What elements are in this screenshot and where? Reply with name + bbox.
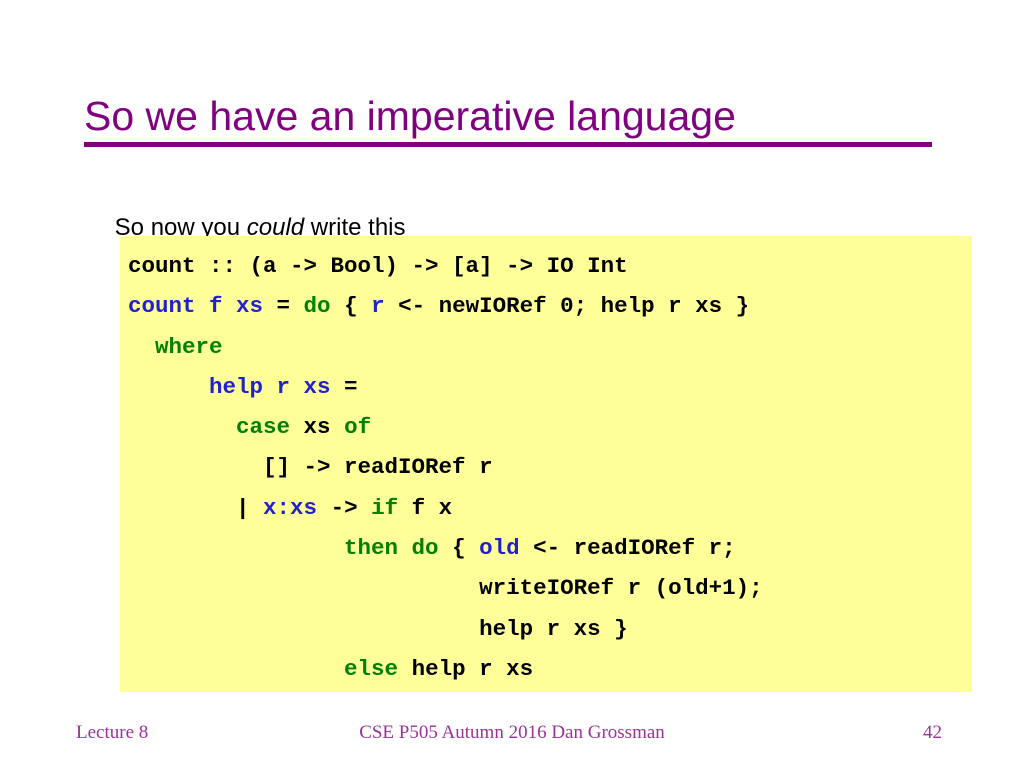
code-token: case <box>236 414 291 441</box>
code-token: xs <box>290 414 345 441</box>
slide: So we have an imperative language So now… <box>0 0 1024 768</box>
code-token: { <box>438 535 480 562</box>
slide-footer: Lecture 8 CSE P505 Autumn 2016 Dan Gross… <box>0 722 1024 752</box>
code-listing: count :: (a -> Bool) -> [a] -> IO Intcou… <box>120 236 763 689</box>
code-token: if <box>371 494 399 521</box>
code-token: else <box>344 655 399 682</box>
code-token: help r xs <box>398 655 534 682</box>
code-line: help r xs } <box>128 609 763 649</box>
code-token: writeIORef r (old+1); <box>479 575 763 602</box>
code-line: help r xs = <box>128 367 763 407</box>
code-token: { <box>330 293 372 320</box>
title-underline-rule <box>84 142 932 147</box>
footer-page-number: 42 <box>923 722 942 743</box>
code-line: then do { old <- readIORef r; <box>128 528 763 568</box>
code-line: count f xs = do { r <- newIORef 0; help … <box>128 286 763 326</box>
code-token: old <box>479 535 520 562</box>
code-block: count :: (a -> Bool) -> [a] -> IO Intcou… <box>120 236 972 692</box>
code-token: count f xs <box>128 293 264 320</box>
code-token: | <box>236 494 264 521</box>
page-title: So we have an imperative language <box>84 93 736 140</box>
footer-course-label: CSE P505 Autumn 2016 Dan Grossman <box>359 722 665 743</box>
code-line: where <box>128 327 763 367</box>
code-token: do <box>303 293 331 320</box>
code-line: [] -> readIORef r <box>128 447 763 487</box>
code-token: count :: (a -> Bool) -> [a] -> IO Int <box>128 253 628 279</box>
code-line: | x:xs -> if f x <box>128 488 763 528</box>
code-line: count :: (a -> Bool) -> [a] -> IO Int <box>128 246 763 286</box>
code-token: -> <box>317 494 372 521</box>
code-token: help r xs } <box>479 615 628 642</box>
code-token: [] -> readIORef r <box>263 454 493 481</box>
code-token: = <box>263 293 304 320</box>
code-line: else help r xs <box>128 649 763 689</box>
code-token: help r xs <box>209 373 331 400</box>
code-token: of <box>344 414 372 441</box>
code-token: = <box>330 373 358 400</box>
code-token: f x <box>398 494 453 521</box>
code-line: writeIORef r (old+1); <box>128 568 763 608</box>
code-token: <- newIORef 0; help r xs } <box>384 293 750 320</box>
code-token: x:xs <box>263 494 318 521</box>
code-token: <- readIORef r; <box>519 535 736 562</box>
code-token: then do <box>344 535 439 562</box>
code-token: r <box>371 293 385 320</box>
code-line: case xs of <box>128 407 763 447</box>
code-token: where <box>155 333 223 360</box>
